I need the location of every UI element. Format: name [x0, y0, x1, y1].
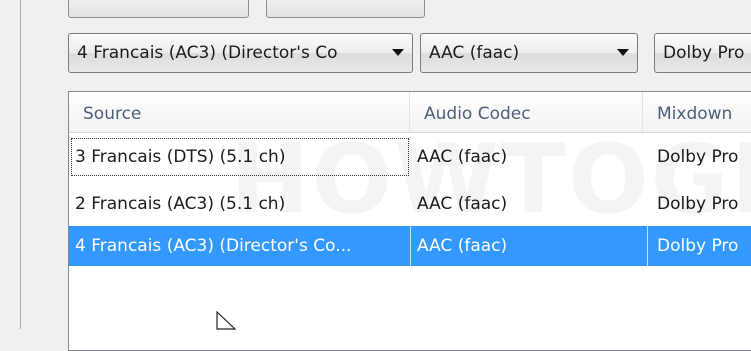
panel-border: [20, 0, 21, 329]
cell-divider: [410, 226, 411, 266]
row-mixdown: Dolby Pro: [657, 194, 739, 214]
chevron-down-icon: [617, 49, 629, 56]
row-codec: AAC (faac): [417, 194, 508, 214]
mouse-pointer-icon: [216, 311, 237, 330]
mixdown-select[interactable]: Dolby Pro: [654, 33, 751, 73]
source-track-value: 4 Francais (AC3) (Director's Co: [77, 43, 338, 63]
list-header: Source Audio Codec Mixdown: [69, 92, 751, 133]
cell-divider: [647, 226, 648, 266]
row-codec: AAC (faac): [417, 147, 508, 167]
row-mixdown: Dolby Pro: [657, 147, 739, 167]
row-source: 4 Francais (AC3) (Director's Co...: [75, 236, 352, 256]
source-track-select[interactable]: 4 Francais (AC3) (Director's Co: [68, 33, 413, 73]
row-mixdown: Dolby Pro: [657, 236, 739, 256]
remove-track-button[interactable]: [266, 0, 425, 18]
column-header-source[interactable]: Source: [69, 92, 409, 132]
table-row[interactable]: 3 Francais (DTS) (5.1 ch) AAC (faac) Dol…: [69, 137, 751, 177]
row-source: 2 Francais (AC3) (5.1 ch): [75, 194, 286, 214]
audio-codec-value: AAC (faac): [429, 43, 520, 63]
column-header-mixdown[interactable]: Mixdown: [643, 92, 751, 132]
mixdown-value: Dolby Pro: [663, 43, 745, 63]
table-row[interactable]: 2 Francais (AC3) (5.1 ch) AAC (faac) Dol…: [69, 184, 751, 224]
audio-tracks-list[interactable]: Source Audio Codec Mixdown 3 Francais (D…: [68, 91, 751, 351]
chevron-down-icon: [392, 49, 404, 56]
row-codec: AAC (faac): [417, 236, 508, 256]
row-source: 3 Francais (DTS) (5.1 ch): [70, 137, 410, 177]
audio-codec-select[interactable]: AAC (faac): [420, 33, 638, 73]
add-track-button[interactable]: [68, 0, 249, 18]
table-row[interactable]: 4 Francais (AC3) (Director's Co... AAC (…: [69, 226, 751, 266]
column-header-audio-codec[interactable]: Audio Codec: [410, 92, 642, 132]
